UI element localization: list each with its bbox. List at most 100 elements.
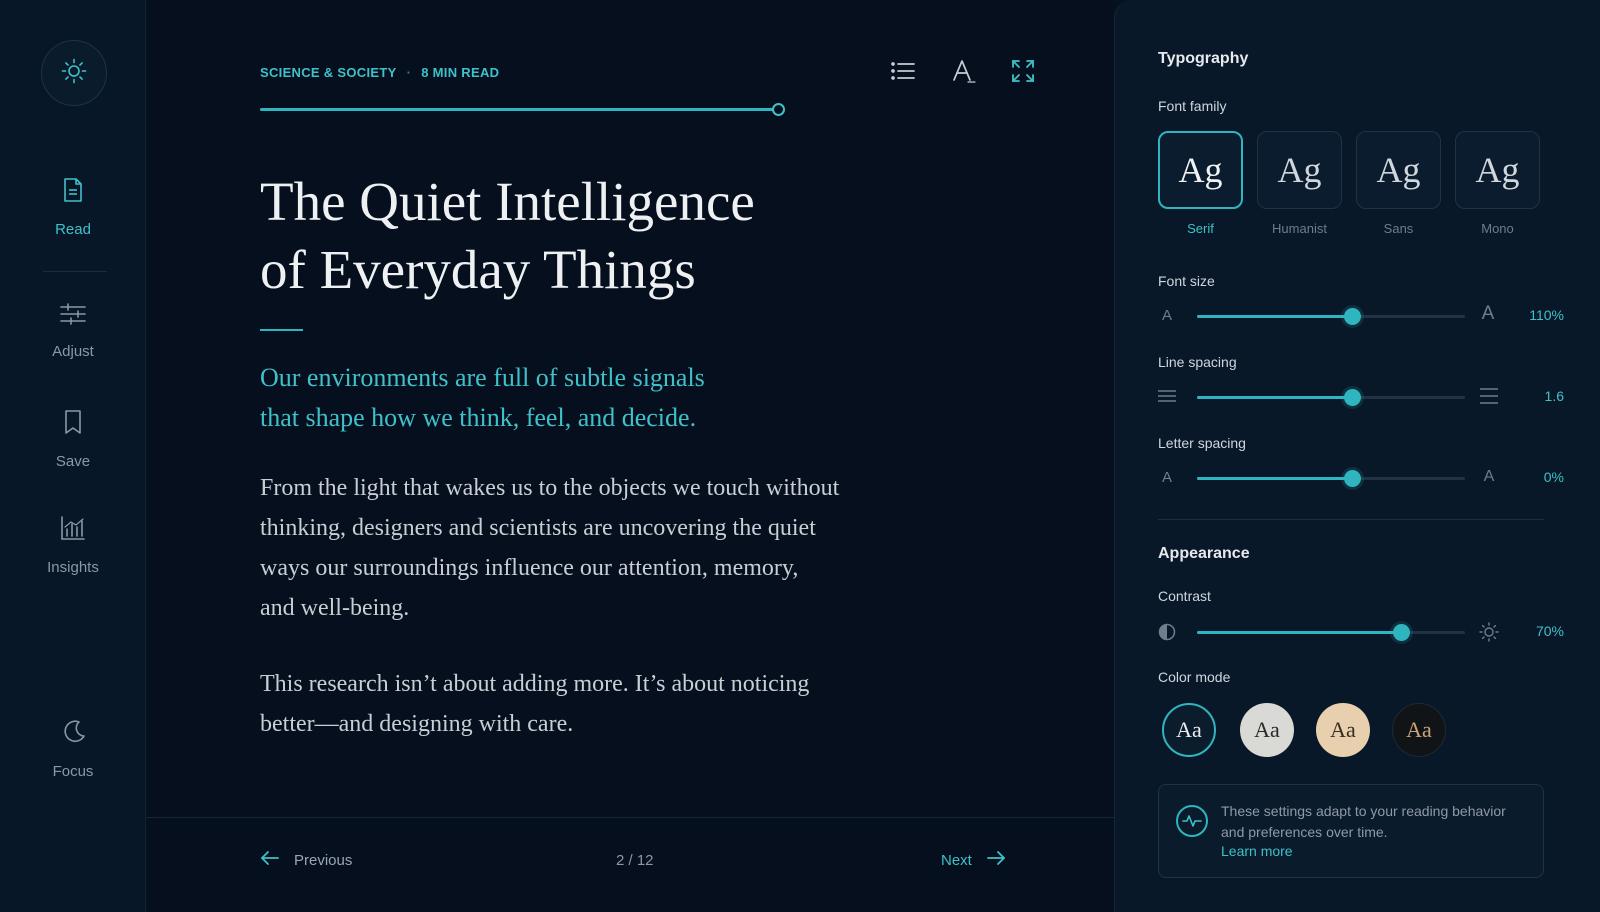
article-lede: Our environments are full of subtle sign…	[260, 358, 780, 438]
letter-spacing-wide-icon: A	[1483, 468, 1495, 485]
category-label: SCIENCE & SOCIETY	[260, 65, 397, 80]
lede-line: that shape how we think, feel, and decid…	[260, 403, 697, 432]
letter-spacing-slider[interactable]	[1197, 470, 1465, 487]
bar-chart-icon	[59, 514, 87, 547]
font-size-label: Font size	[1158, 273, 1215, 289]
reading-progress-bar[interactable]	[260, 103, 785, 116]
contrast-slider[interactable]	[1197, 624, 1465, 641]
section-divider	[1158, 519, 1544, 520]
text-format-icon	[950, 58, 976, 89]
font-size-large-icon: A	[1481, 303, 1495, 324]
paragraph-line: This research isn’t about adding more. I…	[260, 671, 810, 697]
adaptive-settings-info: These settings adapt to your reading beh…	[1158, 784, 1544, 878]
line-spacing-tight-icon	[1157, 386, 1177, 406]
fullscreen-button[interactable]	[1007, 58, 1039, 88]
font-size-small-icon: A	[1161, 306, 1172, 324]
slider-knob[interactable]	[1344, 308, 1362, 325]
contrast-label: Contrast	[1158, 588, 1211, 604]
bookmark-icon	[61, 408, 85, 441]
color-mode-sample: Aa	[1406, 717, 1432, 742]
slider-fill	[1197, 477, 1353, 480]
paragraph-1: From the light that wakes us to the obje…	[260, 468, 890, 628]
font-family-label-mono: Mono	[1481, 221, 1514, 236]
font-sample: Ag	[1277, 150, 1322, 190]
reader-main: SCIENCE & SOCIETY · 8 MIN READ The Quiet…	[146, 0, 1114, 912]
contrast-high-icon	[1479, 622, 1499, 642]
line-spacing-slider[interactable]	[1197, 389, 1465, 406]
font-family-label-humanist: Humanist	[1272, 221, 1327, 236]
table-of-contents-button[interactable]	[887, 58, 919, 88]
paragraph-2: This research isn’t about adding more. I…	[260, 664, 890, 744]
list-icon	[890, 60, 916, 87]
letter-spacing-value: 0%	[1543, 469, 1564, 485]
reading-progress-knob[interactable]	[772, 103, 785, 116]
previous-button[interactable]: Previous	[260, 850, 352, 870]
paragraph-line: thinking, designers and scientists are u…	[260, 515, 816, 541]
font-family-sans[interactable]: Ag	[1356, 131, 1441, 209]
font-sample: Ag	[1376, 150, 1421, 190]
typography-heading: Typography	[1158, 50, 1249, 67]
appearance-heading: Appearance	[1158, 545, 1250, 562]
title-divider	[260, 329, 303, 331]
color-mode-sepia[interactable]: Aa	[1316, 703, 1370, 757]
font-family-mono[interactable]: Ag	[1455, 131, 1540, 209]
color-mode-sample: Aa	[1176, 717, 1202, 742]
learn-more-link[interactable]: Learn more	[1221, 843, 1293, 859]
font-family-label-sans: Sans	[1383, 221, 1414, 236]
font-sample: Ag	[1475, 150, 1520, 190]
color-mode-light[interactable]: Aa	[1240, 703, 1294, 757]
next-label: Next	[941, 851, 972, 869]
sidebar-item-label: Save	[55, 453, 91, 470]
info-text: These settings adapt to your reading beh…	[1221, 803, 1506, 840]
font-family-label: Font family	[1158, 98, 1227, 114]
document-icon	[60, 176, 86, 209]
arrow-left-icon	[260, 850, 280, 870]
sidebar-item-adjust[interactable]: Adjust	[0, 302, 146, 360]
color-mode-black[interactable]: Aa	[1392, 703, 1446, 757]
color-mode-sample: Aa	[1254, 717, 1280, 742]
paragraph-line: ways our surroundings influence our atte…	[260, 555, 799, 581]
color-mode-sample: Aa	[1330, 717, 1356, 742]
slider-knob[interactable]	[1344, 389, 1362, 406]
paragraph-line: and well-being.	[260, 595, 410, 621]
color-mode-dark-blue[interactable]: Aa	[1162, 703, 1216, 757]
sun-icon	[60, 57, 88, 90]
sidebar: Read Adjust Save Insights Focus	[0, 0, 146, 912]
slider-knob[interactable]	[1344, 470, 1362, 487]
sidebar-item-label: Focus	[52, 763, 94, 780]
sidebar-divider	[43, 271, 107, 272]
slider-fill	[1197, 396, 1353, 399]
slider-knob[interactable]	[1392, 624, 1410, 641]
color-mode-label: Color mode	[1158, 669, 1231, 685]
article-meta: SCIENCE & SOCIETY · 8 MIN READ	[260, 65, 499, 80]
page-indicator: 2 / 12	[616, 852, 654, 869]
moon-icon	[59, 718, 87, 751]
sidebar-item-read[interactable]: Read	[0, 176, 146, 238]
title-line: of Everyday Things	[260, 239, 696, 300]
font-family-serif[interactable]: Ag	[1158, 131, 1243, 209]
sliders-icon	[59, 302, 87, 331]
line-spacing-loose-icon	[1479, 386, 1499, 406]
activity-icon	[1176, 805, 1208, 837]
reading-progress-fill	[260, 108, 778, 111]
meta-separator: ·	[406, 65, 412, 80]
font-size-value: 110%	[1529, 307, 1564, 323]
line-spacing-value: 1.6	[1544, 388, 1564, 404]
font-family-humanist[interactable]: Ag	[1257, 131, 1342, 209]
sidebar-item-save[interactable]: Save	[0, 408, 146, 470]
sidebar-item-focus[interactable]: Focus	[0, 718, 146, 780]
theme-toggle-button[interactable]	[41, 40, 107, 106]
sidebar-item-insights[interactable]: Insights	[0, 514, 146, 576]
paragraph-line: better—and designing with care.	[260, 711, 574, 737]
expand-icon	[1011, 59, 1035, 88]
slider-fill	[1197, 631, 1401, 634]
font-family-label-serif: Serif	[1187, 221, 1214, 236]
next-button[interactable]: Next	[941, 850, 1006, 870]
font-size-slider[interactable]	[1197, 308, 1465, 325]
article-title: The Quiet Intelligence of Everyday Thing…	[260, 168, 860, 304]
read-time-label: 8 MIN READ	[421, 65, 500, 80]
slider-fill	[1197, 315, 1353, 318]
text-settings-button[interactable]	[947, 58, 979, 88]
contrast-low-icon	[1157, 622, 1177, 642]
font-sample: Ag	[1178, 150, 1223, 190]
